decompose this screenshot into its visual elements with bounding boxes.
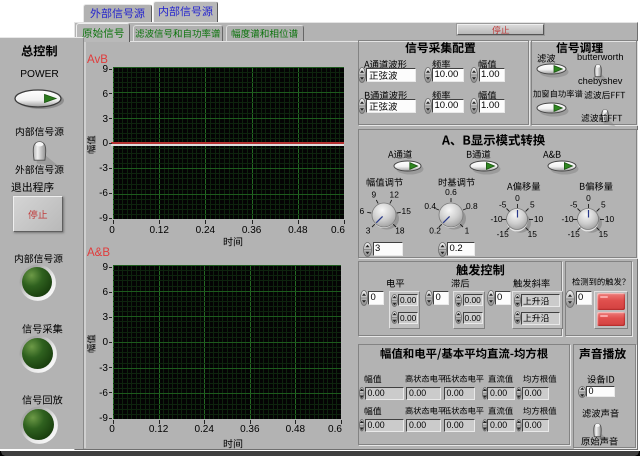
svg-text:-15: -15 [568,229,580,239]
svg-text:0: 0 [586,193,591,203]
svg-text:-10: -10 [561,214,573,224]
svg-text:-15: -15 [497,229,509,239]
svg-text:10: 10 [534,214,544,224]
svg-text:5: 5 [530,199,535,209]
svg-text:-10: -10 [490,214,502,224]
svg-text:0.8: 0.8 [466,201,478,211]
svg-text:0.6: 0.6 [445,187,457,197]
svg-text:-5: -5 [570,199,578,209]
svg-text:10: 10 [605,214,615,224]
svg-text:12: 12 [390,189,400,199]
svg-text:0.2: 0.2 [429,225,441,235]
svg-text:18: 18 [395,225,405,235]
svg-text:15: 15 [528,229,538,239]
svg-text:1: 1 [465,225,470,235]
svg-text:5: 5 [601,199,606,209]
svg-text:15: 15 [599,229,609,239]
svg-text:-5: -5 [499,199,507,209]
svg-text:6: 6 [359,206,364,216]
svg-text:3: 3 [366,225,371,235]
svg-text:15: 15 [402,206,412,216]
svg-text:0.4: 0.4 [424,201,436,211]
svg-text:9: 9 [371,189,376,199]
svg-text:0: 0 [515,193,520,203]
